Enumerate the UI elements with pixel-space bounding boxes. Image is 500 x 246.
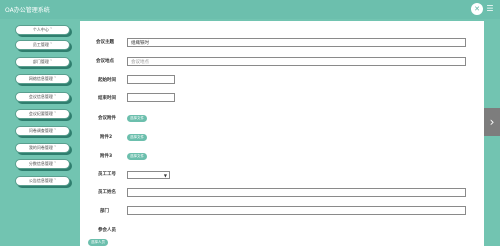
attendees-label: 参会人员 xyxy=(98,228,116,233)
end-time-label: 结束时间 xyxy=(98,96,116,101)
topic-value: 组織铁时 xyxy=(131,40,149,46)
sidebar-item-meeting-info[interactable]: 会议信息管理 ˅ xyxy=(15,92,70,102)
sidebar-item-employee[interactable]: 员工管理 ˅ xyxy=(15,40,70,50)
sidebar-item-personal-center[interactable]: 个人中心 ˅ xyxy=(15,25,70,35)
end-time-input[interactable] xyxy=(127,93,175,102)
upload-button-label: 选择文件 xyxy=(130,135,144,139)
chevron-right-icon[interactable]: › xyxy=(484,108,500,136)
sidebar: 个人中心 ˅ 员工管理 ˅ 部门管理 ˅ 网络信息管理 ˅ 会议信息管理 ˅ 会… xyxy=(0,19,80,246)
location-label: 会议地点 xyxy=(96,59,114,64)
attachment3-upload-button[interactable]: 选择文件 xyxy=(127,153,147,160)
topic-label: 会议主题 xyxy=(96,40,114,45)
attachment3-label: 附件3 xyxy=(100,154,113,159)
attachment-label: 会议附件 xyxy=(98,116,116,121)
select-attendees-label: 选择人员 xyxy=(91,240,105,244)
upload-button-label: 选择文件 xyxy=(130,154,144,158)
close-icon[interactable]: ✕ xyxy=(471,3,483,15)
menu-icon[interactable]: ☰ xyxy=(484,3,496,15)
start-time-label: 起始时间 xyxy=(98,78,116,83)
topic-input[interactable]: 组織铁时 xyxy=(127,38,466,47)
sidebar-item-label: 网络信息管理 ˅ xyxy=(28,76,57,81)
sidebar-item-label: 部门管理 ˅ xyxy=(32,59,53,64)
sidebar-item-label: 我的问卷管理 ˅ xyxy=(28,145,57,150)
attachment2-label: 附件2 xyxy=(100,135,113,140)
attachment-upload-button[interactable]: 选择文件 xyxy=(127,115,147,122)
location-placeholder: 会议地点 xyxy=(131,59,149,65)
sidebar-item-label: 会议纪要管理 ˅ xyxy=(28,111,57,116)
employee-name-label: 员工姓名 xyxy=(98,190,116,195)
upload-button-label: 选择文件 xyxy=(130,116,144,120)
sidebar-item-score-info[interactable]: 分数信息管理 ˅ xyxy=(15,159,70,169)
attachment2-upload-button[interactable]: 选择文件 xyxy=(127,134,147,141)
sidebar-item-label: 员工管理 ˅ xyxy=(32,42,53,47)
sidebar-item-department[interactable]: 部门管理 ˅ xyxy=(15,57,70,67)
sidebar-item-label: 个人中心 ˅ xyxy=(32,27,53,32)
select-attendees-button[interactable]: 选择人员 xyxy=(88,239,108,246)
department-input[interactable] xyxy=(127,206,466,215)
sidebar-item-label: 问卷调查管理 ˅ xyxy=(28,128,57,133)
sidebar-item-network-info[interactable]: 网络信息管理 ˅ xyxy=(15,74,70,84)
sidebar-item-my-questionnaire[interactable]: 我的问卷管理 ˅ xyxy=(15,143,70,153)
sidebar-item-meeting-minutes[interactable]: 会议纪要管理 ˅ xyxy=(15,109,70,119)
title-bar: OA办公管理系统 ✕ ☰ xyxy=(0,0,500,19)
employee-name-input[interactable] xyxy=(127,188,466,197)
employee-id-label: 员工工号 xyxy=(98,172,116,177)
department-label: 部门 xyxy=(100,209,109,214)
employee-id-select[interactable]: ▼ xyxy=(127,171,170,179)
location-input[interactable]: 会议地点 xyxy=(127,57,466,66)
app-title: OA办公管理系统 xyxy=(5,7,50,14)
sidebar-item-label: 公告信息管理 ˅ xyxy=(28,178,57,183)
start-time-input[interactable] xyxy=(127,75,175,84)
sidebar-item-label: 会议信息管理 ˅ xyxy=(28,94,57,99)
meeting-form: 会议主题 组織铁时 会议地点 会议地点 起始时间 结束时间 会议附件 选择文件 … xyxy=(80,21,484,246)
watermark: CSDN @CKSP xyxy=(414,233,455,240)
chevron-down-icon: ▼ xyxy=(163,173,167,178)
sidebar-item-label: 分数信息管理 ˅ xyxy=(28,161,57,166)
sidebar-item-questionnaire[interactable]: 问卷调查管理 ˅ xyxy=(15,126,70,136)
sidebar-item-announcement[interactable]: 公告信息管理 ˅ xyxy=(15,176,70,186)
